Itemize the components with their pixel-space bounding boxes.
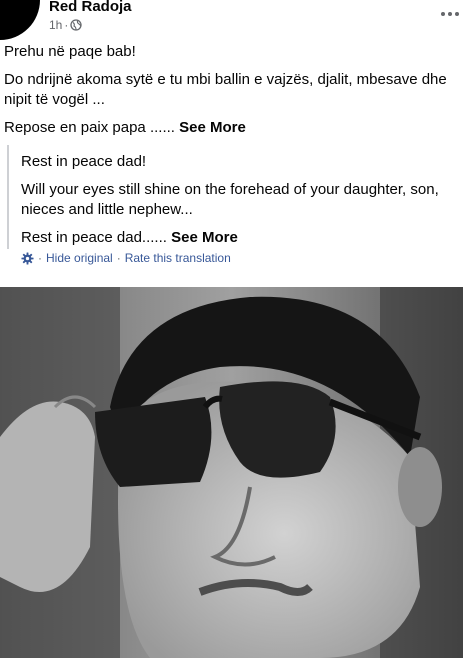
translation-line-2: Will your eyes still shine on the forehe…: [21, 181, 439, 218]
separator-dot: ·: [64, 18, 69, 32]
globe-icon[interactable]: [70, 19, 83, 31]
original-line-1: Prehu në paqe bab!: [4, 43, 136, 60]
photo-illustration: [0, 287, 463, 658]
translation-see-more-link[interactable]: See More: [171, 229, 238, 246]
original-line-3: Repose en paix papa ...... See More: [4, 118, 456, 138]
translation-line-1: Rest in peace dad!: [21, 153, 147, 170]
separator-dot: ·: [116, 251, 121, 265]
rate-translation-link[interactable]: Rate this translation: [125, 251, 231, 265]
more-options-icon[interactable]: [441, 12, 459, 16]
author-name[interactable]: Red Radoja: [49, 0, 132, 15]
original-line-3-text: Repose en paix papa ......: [4, 119, 175, 136]
translation-block: Rest in peace dad! Will your eyes still …: [7, 145, 457, 249]
original-line-2: Do ndrijnë akoma sytë e tu mbi ballin e …: [4, 71, 447, 108]
see-more-link[interactable]: See More: [179, 119, 246, 136]
separator-dot: ·: [38, 251, 42, 265]
avatar[interactable]: [0, 0, 40, 40]
post-photo[interactable]: [0, 287, 463, 658]
translation-links: · Hide original · Rate this translation: [21, 251, 231, 265]
post-header: Red Radoja 1h ·: [0, 0, 463, 40]
translation-line-3: Rest in peace dad...... See More: [21, 228, 451, 248]
gear-icon: [21, 251, 34, 265]
translation-line-3-text: Rest in peace dad......: [21, 229, 167, 246]
post-time[interactable]: 1h: [49, 18, 62, 32]
hide-original-link[interactable]: Hide original: [46, 251, 113, 265]
post-original-text: Prehu në paqe bab! Do ndrijnë akoma sytë…: [4, 42, 456, 146]
post-meta: 1h ·: [49, 18, 83, 32]
